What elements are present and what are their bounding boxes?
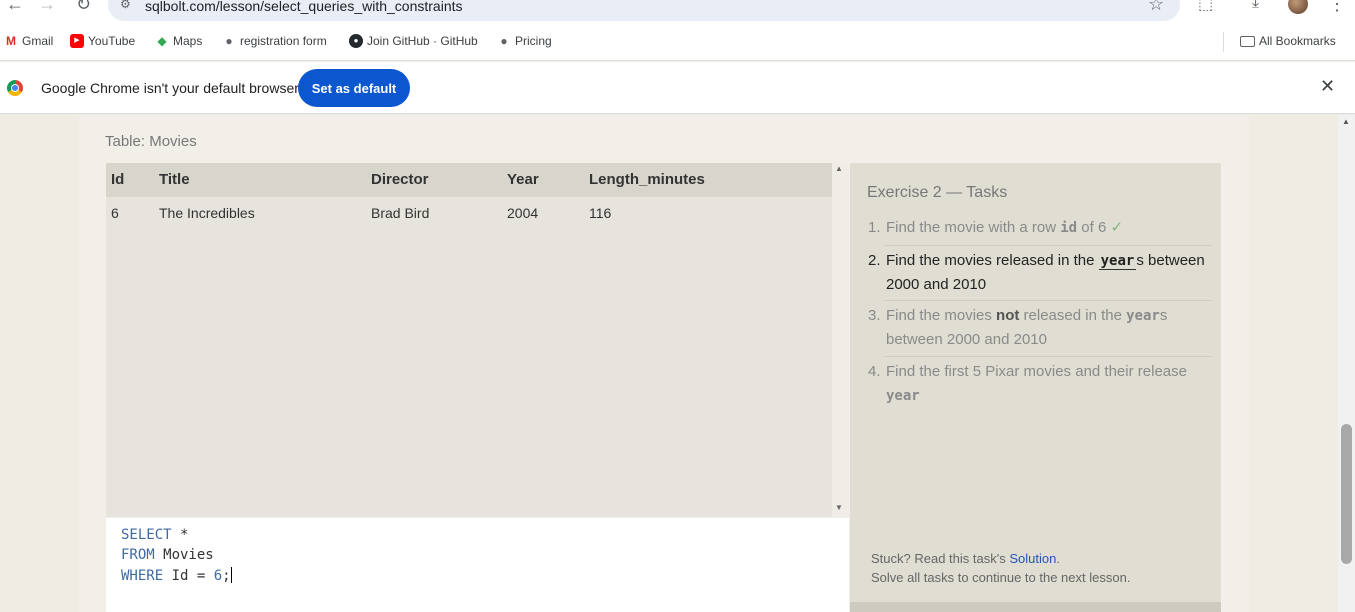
maps-icon: ◆ [157,34,167,48]
bookmark-label: Join GitHub · GitHub [367,34,478,48]
close-icon[interactable]: ✕ [1320,76,1335,97]
globe-icon: ● [500,34,508,48]
sql-text: * [171,527,189,543]
column-header-length: Length_minutes [589,171,705,188]
task-text: of 6 [1077,219,1111,236]
stuck-text: . [1056,551,1060,566]
sql-editor[interactable] [106,518,849,612]
bookmark-label: Maps [173,34,203,48]
all-bookmarks-label: All Bookmarks [1259,34,1336,48]
all-bookmarks-button[interactable]: All Bookmarks [1240,34,1336,48]
set-as-default-button[interactable]: Set as default [298,69,410,107]
table-cell: 2004 [507,205,539,221]
table-caption: Table: Movies [105,133,197,150]
forward-arrow-icon[interactable]: → [38,0,56,15]
task-text: Find the movie with a row [886,219,1061,236]
scroll-up-icon[interactable]: ▲ [1342,117,1350,126]
column-header-year: Year [507,171,539,188]
bookmark-gmail[interactable]: M Gmail [4,34,53,48]
scrollbar-thumb[interactable] [1341,424,1352,564]
bookmark-registration-form[interactable]: ● registration form [222,34,327,48]
continue-text: Solve all tasks to continue to the next … [871,570,1131,585]
bookmark-youtube[interactable]: ▶ YouTube [70,34,135,48]
code-line-1[interactable]: SELECT * [121,527,188,543]
browser-toolbar: ← → ↻ ⚙ sqlbolt.com/lesson/select_querie… [0,0,1355,24]
bookmark-label: Gmail [22,34,54,48]
results-scrollbar[interactable] [832,163,849,517]
task-divider [884,245,1212,246]
task-number: 3. [868,307,881,324]
task-code: year [1098,253,1137,270]
more-menu-icon[interactable]: ⋮ [1328,0,1346,15]
task-code: year [886,388,920,404]
task-text: Find the movies [886,307,997,324]
sql-keyword: WHERE [121,568,164,584]
task-code: id [1060,220,1078,236]
bookmark-label: YouTube [88,34,136,48]
sql-text: Id = [163,568,214,584]
sql-number: 6 [213,568,223,584]
table-cell: 6 [111,205,119,221]
task-number: 2. [868,252,881,269]
bookmark-label: registration form [240,34,327,48]
sql-keyword: FROM [121,547,155,563]
globe-icon: ● [225,34,233,48]
task-text: Find the movies released in the [886,252,1099,269]
code-line-2[interactable]: FROM Movies [121,547,214,563]
gmail-icon: M [6,34,16,48]
site-info-icon[interactable]: ⚙ [120,0,131,11]
table-cell: 116 [589,205,612,221]
bookmark-star-icon[interactable]: ☆ [1148,0,1164,15]
task-text: released in the [1019,307,1127,324]
column-header-id: Id [111,171,125,188]
folder-icon [1240,35,1255,47]
text-caret [230,567,232,583]
reload-icon[interactable]: ↻ [76,0,91,15]
tasks-footer-bar [850,602,1221,612]
sql-text: Movies [154,547,214,563]
task-divider [884,300,1212,301]
sql-text: ; [222,568,231,584]
infobar-message: Google Chrome isn't your default browser [41,80,299,96]
url-text[interactable]: sqlbolt.com/lesson/select_queries_with_c… [145,0,463,14]
stuck-help-text: Stuck? Read this task's Solution. Solve … [871,549,1130,587]
task-emphasis: not [996,307,1020,324]
default-browser-infobar: Google Chrome isn't your default browser… [0,62,1355,114]
extensions-icon[interactable]: ⬚ [1198,0,1213,14]
table-cell: Brad Bird [371,205,430,221]
github-icon: ● [349,34,363,48]
task-text: Find the first 5 Pixar movies and their … [886,363,1187,380]
youtube-icon: ▶ [70,34,84,48]
tasks-title: Exercise 2 — Tasks [867,184,1008,201]
column-header-director: Director [371,171,429,188]
chrome-logo-icon [7,80,23,96]
back-arrow-icon[interactable]: ← [6,0,24,15]
sql-keyword: SELECT [121,527,172,543]
bookmark-pricing[interactable]: ● Pricing [497,34,552,48]
table-cell: The Incredibles [159,205,255,221]
table-header-row [106,163,832,197]
task-number: 4. [868,363,881,380]
bookmark-github[interactable]: ● Join GitHub · GitHub [349,34,478,48]
bookmarks-bar: M Gmail ▶ YouTube ◆ Maps ● registration … [0,24,1355,61]
task-number: 1. [868,219,881,236]
task-code: year [1126,308,1160,324]
task-divider [884,356,1212,357]
column-header-title: Title [159,171,190,188]
bookmark-maps[interactable]: ◆ Maps [155,34,202,48]
profile-avatar[interactable] [1288,0,1308,14]
code-line-3[interactable]: WHERE Id = 6; [121,567,232,584]
bookmarks-divider [1223,32,1224,52]
scroll-up-icon[interactable]: ▲ [835,164,843,173]
bookmark-label: Pricing [515,34,552,48]
solution-link[interactable]: Solution [1009,551,1056,566]
download-icon[interactable]: ⤓ [1252,0,1259,12]
checkmark-icon: ✓ [1110,219,1124,236]
scroll-down-icon[interactable]: ▼ [835,503,843,512]
stuck-text: Stuck? Read this task's [871,551,1010,566]
